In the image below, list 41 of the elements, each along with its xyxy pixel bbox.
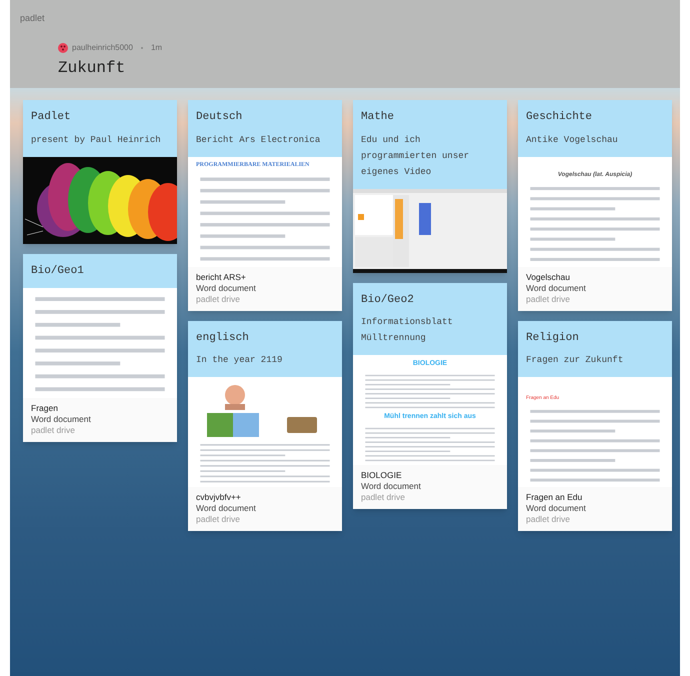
post-card[interactable]: Bio/Geo1 Fragen Word document padlet drive	[23, 254, 177, 442]
document-source: padlet drive	[196, 294, 241, 304]
post-subtitle: In the year 2119	[196, 354, 284, 367]
document-source: padlet drive	[196, 514, 241, 525]
post-card[interactable]: Padlet present by Paul Heinrich	[23, 100, 177, 244]
document-name: cvbvjvbfv++	[196, 492, 242, 503]
post-title: Padlet	[31, 110, 72, 125]
post-card[interactable]: englisch In the year 2119 cvbvjvbfv++ Word document padlet drive	[188, 320, 342, 531]
document-type: Word document	[196, 503, 257, 514]
document-name: Fragen an Edu	[526, 492, 584, 503]
post-subtitle: Informationsblatt Mülltrennung	[361, 316, 454, 345]
post-card[interactable]: Mathe Edu und ich programmierten unser eigenes Video	[353, 100, 507, 272]
document-type: Word document	[361, 481, 422, 492]
post-title: Geschichte	[526, 110, 594, 125]
post-title: Religion	[526, 330, 580, 346]
document-type: Word document	[526, 503, 587, 514]
document-type: Word document	[196, 282, 257, 294]
document-name: bericht ARS+	[196, 272, 247, 282]
document-name: BIOLOGIE	[361, 470, 403, 481]
avatar-icon	[58, 42, 68, 52]
document-name: Vogelschau	[526, 272, 571, 282]
post-subtitle: Fragen zur Zukunft	[526, 354, 624, 367]
post-subtitle: Bericht Ars Electronica	[196, 134, 322, 146]
post-subtitle: Antike Vogelschau	[526, 134, 619, 146]
post-title: Deutsch	[196, 110, 244, 125]
document-source: padlet drive	[31, 425, 76, 436]
document-type: Word document	[526, 282, 587, 294]
post-title: Bio/Geo1	[31, 264, 85, 278]
post-title: Mathe	[361, 110, 396, 125]
document-name: Fragen	[31, 403, 59, 414]
post-subtitle: present by Paul Heinrich	[31, 134, 162, 146]
document-type: Word document	[31, 414, 92, 425]
post-subtitle: Edu und ich programmierten unser eigenes Video	[361, 134, 470, 178]
post-title: englisch	[196, 330, 250, 346]
document-source: padlet drive	[526, 514, 571, 525]
post-title: Bio/Geo2	[361, 292, 415, 308]
post-time: 1m	[150, 42, 162, 54]
document-source: padlet drive	[361, 492, 406, 503]
app-name: padlet	[20, 12, 45, 25]
board-title: Zukunft	[58, 58, 126, 78]
document-source: padlet drive	[526, 294, 571, 304]
